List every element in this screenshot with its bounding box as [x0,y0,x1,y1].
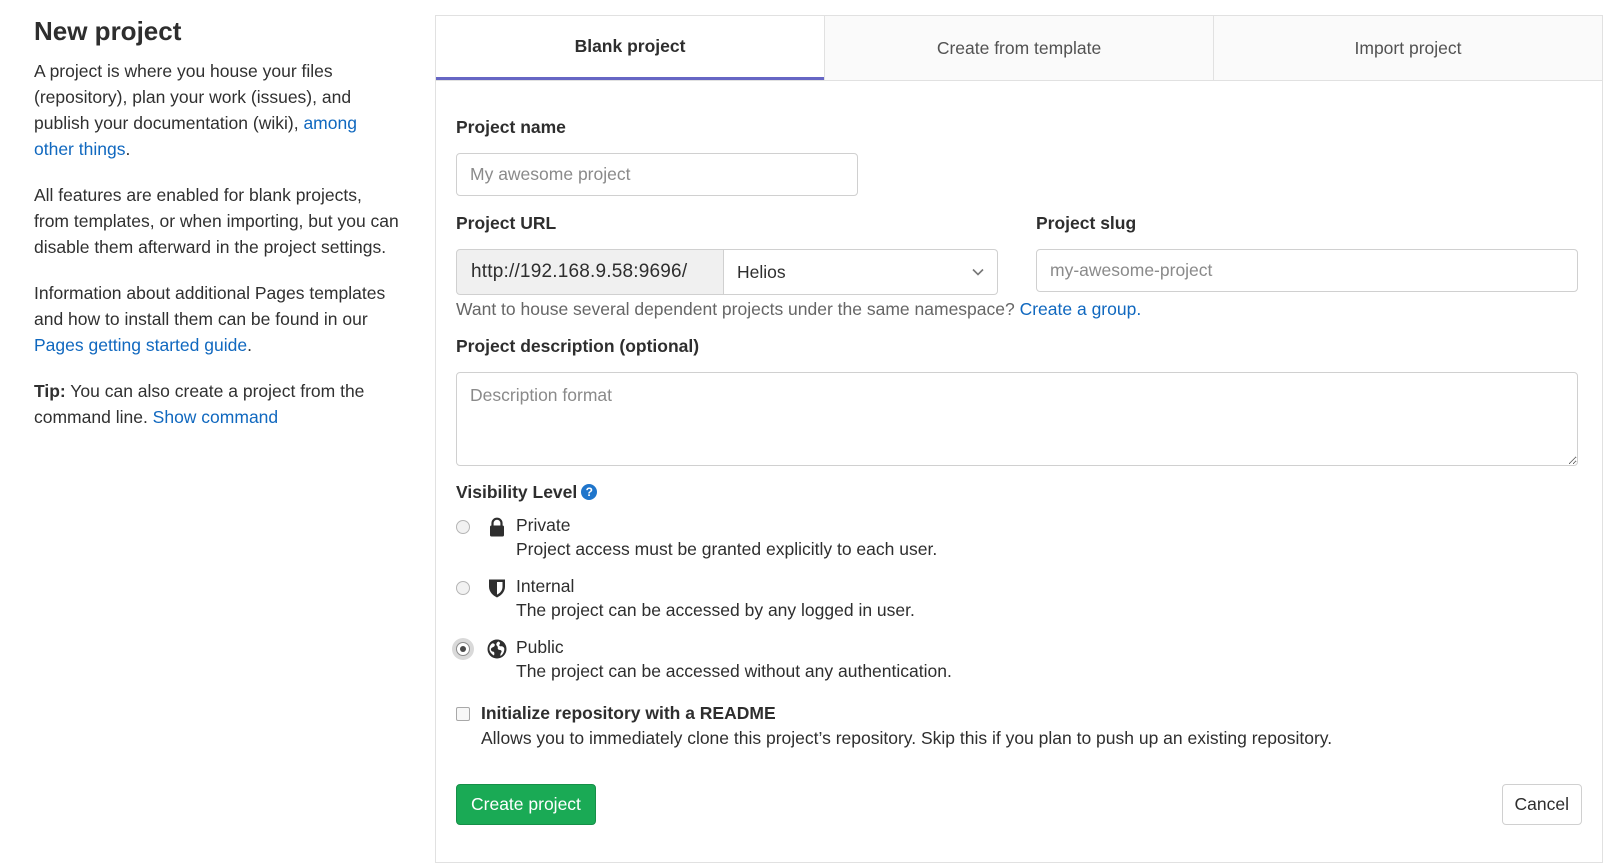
cancel-button[interactable]: Cancel [1501,784,1582,825]
shield-icon [489,579,505,598]
visibility-option-public[interactable]: Public The project can be accessed witho… [456,637,1156,688]
visibility-internal-radio[interactable] [456,581,470,595]
visibility-public-radio[interactable] [456,642,470,656]
project-tabs: Blank project Create from template Impor… [436,16,1602,81]
visibility-private-title: Private [516,515,571,535]
namespace-selected-value: Helios [737,261,786,282]
pages-paragraph: Information about additional Pages templ… [34,283,386,355]
intro-paragraph: A project is where you house your files … [34,61,357,159]
visibility-private-radio[interactable] [456,520,470,534]
initialize-readme-title: Initialize repository with a README [481,703,776,723]
lock-icon [490,517,504,537]
blank-project-form: Project name Project URL http://192.168.… [456,81,1582,862]
visibility-public-title: Public [516,637,564,657]
features-paragraph: All features are enabled for blank proje… [34,185,399,257]
initialize-readme-checkbox[interactable] [456,707,470,721]
page-title: New project [34,16,182,46]
new-project-panel: Blank project Create from template Impor… [435,15,1603,863]
visibility-internal-desc: The project can be accessed by any logge… [516,600,915,620]
tab-create-from-template[interactable]: Create from template [824,16,1213,80]
tip-paragraph: Tip: You can also create a project from … [34,381,365,427]
project-slug-label: Project slug [1036,213,1137,233]
globe-icon [487,639,507,659]
chevron-down-icon [972,268,984,276]
namespace-select[interactable]: Helios [724,249,998,295]
visibility-private-desc: Project access must be granted explicitl… [516,539,938,559]
tab-import-project[interactable]: Import project [1213,16,1602,80]
question-circle-icon[interactable]: ? [581,484,598,501]
project-name-label: Project name [456,117,566,137]
project-url-prefix: http://192.168.9.58:9696/ [456,249,724,295]
initialize-readme-desc: Allows you to immediately clone this pro… [481,728,1333,748]
project-url-label: Project URL [456,213,557,233]
create-project-button[interactable]: Create project [456,784,596,825]
tab-blank-project[interactable]: Blank project [436,16,824,80]
project-description-textarea[interactable] [456,372,1578,466]
visibility-option-private[interactable]: Private Project access must be granted e… [456,515,1156,566]
sidebar-info: New project A project is where you house… [34,14,399,450]
project-description-label: Project description (optional) [456,336,700,356]
visibility-option-internal[interactable]: Internal The project can be accessed by … [456,576,1156,627]
namespace-help-text: Want to house several dependent projects… [456,299,1142,319]
create-group-link[interactable]: Create a group. [1020,299,1142,319]
visibility-level-label: Visibility Level? [456,482,598,503]
visibility-public-desc: The project can be accessed without any … [516,661,952,681]
show-command-link[interactable]: Show command [153,407,278,427]
project-name-input[interactable] [456,153,858,196]
visibility-internal-title: Internal [516,576,575,596]
project-slug-input[interactable] [1036,249,1578,292]
pages-guide-link[interactable]: Pages getting started guide [34,335,247,355]
